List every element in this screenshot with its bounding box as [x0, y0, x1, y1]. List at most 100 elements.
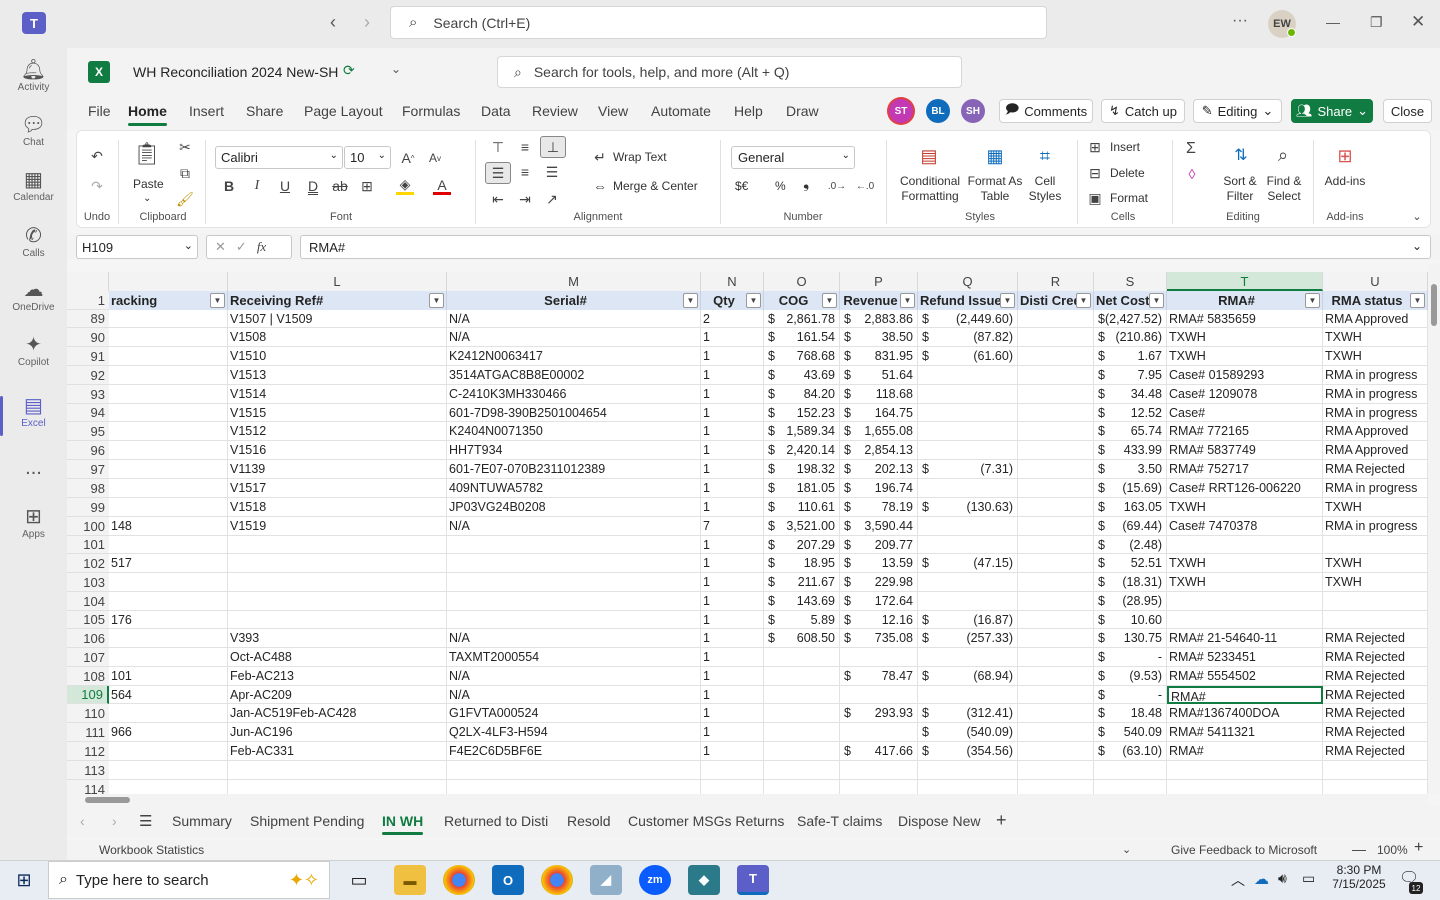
table-cell[interactable]: $43.69: [764, 366, 840, 385]
row-header[interactable]: 108: [67, 667, 109, 686]
table-cell[interactable]: [228, 573, 447, 592]
zoom-in-icon[interactable]: +: [1414, 839, 1423, 857]
table-cell[interactable]: [918, 761, 1018, 780]
format-as-table-icon[interactable]: ▦: [983, 144, 1007, 168]
cancel-icon[interactable]: ✕: [215, 239, 226, 255]
table-cell[interactable]: $196.74: [840, 479, 918, 498]
table-cell[interactable]: $84.20: [764, 385, 840, 404]
table-cell[interactable]: 1: [701, 422, 764, 441]
zoom-level[interactable]: 100%: [1377, 843, 1408, 857]
column-header[interactable]: M: [447, 272, 701, 291]
give-feedback-link[interactable]: Give Feedback to Microsoft: [1171, 843, 1317, 857]
table-cell[interactable]: [764, 761, 840, 780]
table-cell[interactable]: [109, 422, 228, 441]
increase-indent-icon[interactable]: ⇥: [515, 190, 535, 208]
select-all-corner[interactable]: [67, 272, 109, 291]
table-cell[interactable]: V1514: [228, 385, 447, 404]
sheet-tab-resold[interactable]: Resold: [567, 813, 611, 829]
table-cell[interactable]: [109, 648, 228, 667]
tab-review[interactable]: Review: [532, 103, 578, 119]
table-cell[interactable]: [109, 404, 228, 422]
table-cell[interactable]: $293.93: [840, 704, 918, 723]
table-cell[interactable]: TXWH: [1323, 498, 1428, 517]
table-cell[interactable]: [447, 536, 701, 554]
task-view-icon[interactable]: ▭: [343, 865, 375, 895]
rail-item-copilot[interactable]: ✦ Copilot: [0, 331, 67, 369]
table-cell[interactable]: [1167, 611, 1323, 629]
table-cell[interactable]: $ (87.82): [918, 328, 1018, 347]
table-cell[interactable]: [764, 780, 840, 794]
column-header[interactable]: Q: [918, 272, 1018, 291]
percent-format-button[interactable]: %: [775, 179, 786, 194]
number-format-select[interactable]: General ⌄: [731, 146, 855, 169]
table-cell[interactable]: [840, 686, 918, 704]
delete-cells-icon[interactable]: ⊟: [1087, 165, 1103, 181]
filter-dropdown-icon[interactable]: ▼: [746, 293, 761, 308]
presence-avatar[interactable]: ST: [889, 99, 913, 123]
table-cell[interactable]: 101: [109, 667, 228, 686]
borders-icon[interactable]: ⊞: [358, 177, 376, 195]
table-cell[interactable]: [1018, 742, 1094, 761]
table-cell[interactable]: 564: [109, 686, 228, 704]
filter-dropdown-icon[interactable]: ▼: [822, 293, 837, 308]
table-cell[interactable]: [1018, 667, 1094, 686]
table-cell[interactable]: N/A: [447, 310, 701, 328]
column-header[interactable]: T: [1167, 272, 1323, 291]
table-header-cell[interactable]: Receiving Ref#: [228, 291, 447, 310]
active-cell[interactable]: RMA#: [1167, 686, 1323, 704]
table-cell[interactable]: 1: [701, 573, 764, 592]
expand-ribbon-icon[interactable]: ⌄: [1409, 208, 1425, 224]
table-cell[interactable]: F4E2C6D5BF6E: [447, 742, 701, 761]
row-header[interactable]: 111: [67, 723, 109, 742]
table-cell[interactable]: [1167, 761, 1323, 780]
presence-avatar[interactable]: SH: [961, 99, 985, 123]
sort-filter-icon[interactable]: ⇅: [1229, 143, 1253, 167]
align-right-icon[interactable]: ☰: [542, 163, 562, 181]
table-cell[interactable]: [1018, 536, 1094, 554]
table-cell[interactable]: $110.61: [764, 498, 840, 517]
table-cell[interactable]: $540.09: [1094, 723, 1167, 742]
table-cell[interactable]: 1: [701, 686, 764, 704]
bold-icon[interactable]: B: [220, 177, 238, 195]
table-cell[interactable]: [918, 780, 1018, 794]
table-cell[interactable]: K2412N0063417: [447, 347, 701, 366]
all-sheets-menu-icon[interactable]: ☰: [139, 812, 152, 830]
tab-help[interactable]: Help: [734, 103, 763, 119]
table-cell[interactable]: [447, 611, 701, 629]
table-cell[interactable]: 966: [109, 723, 228, 742]
align-top-icon[interactable]: ⊤: [488, 138, 508, 156]
table-cell[interactable]: [764, 742, 840, 761]
table-cell[interactable]: TAXMT2000554: [447, 648, 701, 667]
table-cell[interactable]: RMA# 21-54640-11: [1167, 629, 1323, 648]
sheet-tab-summary[interactable]: Summary: [172, 813, 232, 829]
tab-insert[interactable]: Insert: [189, 103, 224, 119]
function-icon[interactable]: fx: [257, 239, 266, 255]
table-cell[interactable]: $65.74: [1094, 422, 1167, 441]
align-middle-icon[interactable]: ≡: [515, 138, 535, 156]
row-header[interactable]: 101: [67, 536, 109, 554]
align-left-icon[interactable]: ☰: [485, 162, 511, 184]
table-cell[interactable]: [701, 780, 764, 794]
next-sheet-icon[interactable]: ›: [112, 813, 117, 829]
row-header[interactable]: 92: [67, 366, 109, 385]
table-cell[interactable]: $ (257.33): [918, 629, 1018, 648]
add-sheet-icon[interactable]: +: [996, 810, 1007, 831]
align-center-icon[interactable]: ≡: [515, 163, 535, 181]
row-header[interactable]: 97: [67, 460, 109, 479]
table-cell[interactable]: $768.68: [764, 347, 840, 366]
table-cell[interactable]: RMA# 5554502: [1167, 667, 1323, 686]
sheet-tab-dispose-new[interactable]: Dispose New: [898, 813, 980, 829]
underline-icon[interactable]: U: [276, 177, 294, 195]
table-cell[interactable]: C-2410K3MH330466: [447, 385, 701, 404]
font-name-select[interactable]: Calibri ⌄: [215, 146, 343, 169]
table-cell[interactable]: [109, 704, 228, 723]
table-cell[interactable]: 1: [701, 404, 764, 422]
table-cell[interactable]: [764, 667, 840, 686]
row-header[interactable]: 106: [67, 629, 109, 648]
table-cell[interactable]: $38.50: [840, 328, 918, 347]
table-cell[interactable]: RMA# 772165: [1167, 422, 1323, 441]
table-cell[interactable]: $2,883.86: [840, 310, 918, 328]
table-cell[interactable]: $143.69: [764, 592, 840, 611]
table-cell[interactable]: $ (16.87): [918, 611, 1018, 629]
table-cell[interactable]: [1018, 460, 1094, 479]
